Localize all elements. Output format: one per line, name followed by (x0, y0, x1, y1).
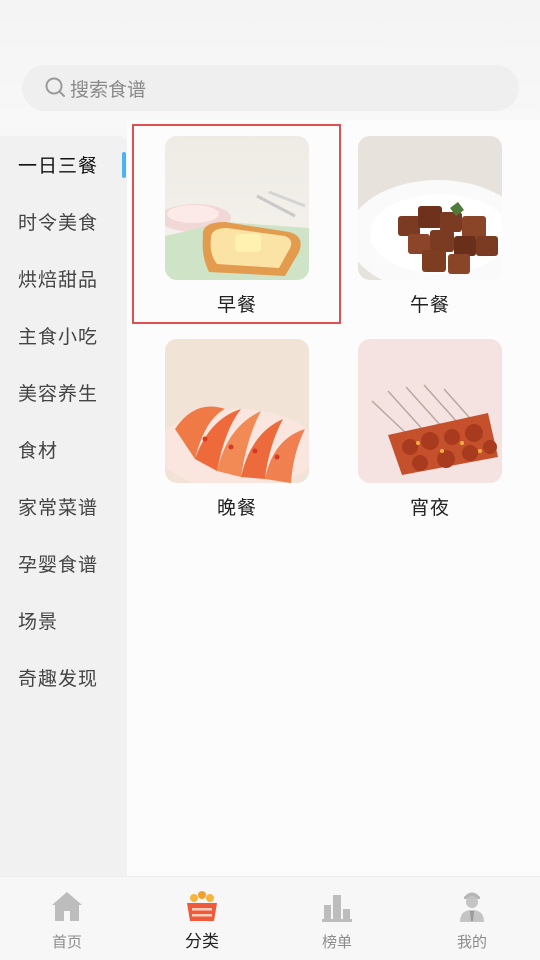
search-placeholder: 搜索食谱 (70, 78, 147, 101)
sidebar-item-home-cooking[interactable]: 家常菜谱 (18, 488, 123, 528)
sidebar-item-staples[interactable]: 主食小吃 (18, 317, 123, 357)
tab-label: 首页 (51, 933, 82, 951)
selection-outline (132, 124, 341, 324)
tab-label: 分类 (185, 932, 219, 952)
tab-profile[interactable]: 我的 (422, 877, 522, 960)
sidebar-item-discover[interactable]: 奇趣发现 (18, 659, 123, 699)
category-card-late-night[interactable]: 宵夜 (344, 339, 504, 529)
category-label: 宵夜 (409, 497, 450, 519)
sidebar-item-health[interactable]: 美容养生 (18, 374, 123, 414)
sidebar-item-baby-food[interactable]: 孕婴食谱 (18, 545, 123, 585)
category-card-dinner[interactable]: 晚餐 (151, 339, 311, 529)
basket-icon (187, 891, 217, 921)
sidebar-item-baking[interactable]: 烘焙甜品 (18, 260, 123, 300)
dinner-image (165, 339, 309, 483)
search-input[interactable]: 搜索食谱 (22, 65, 519, 111)
late-night-image (358, 339, 502, 483)
tab-home[interactable]: 首页 (17, 877, 117, 960)
tab-ranking[interactable]: 榜单 (287, 877, 387, 960)
sidebar-item-seasonal[interactable]: 时令美食 (18, 203, 123, 243)
bottom-tab-bar: 首页 分类 榜单 我的 (0, 876, 540, 960)
sidebar-item-scenes[interactable]: 场景 (18, 602, 123, 642)
category-label: 午餐 (409, 294, 450, 316)
sidebar-item-meals[interactable]: 一日三餐 (18, 146, 123, 186)
active-indicator (122, 152, 126, 178)
tab-label: 我的 (456, 933, 487, 951)
home-icon (52, 892, 82, 921)
user-icon (460, 892, 484, 922)
tab-category[interactable]: 分类 (152, 877, 252, 960)
search-icon (45, 77, 65, 97)
category-label: 晚餐 (216, 497, 257, 519)
chart-icon (322, 895, 352, 922)
category-sidebar: 一日三餐 时令美食 烘焙甜品 主食小吃 美容养生 食材 家常菜谱 孕婴食谱 场景… (0, 136, 127, 876)
category-card-lunch[interactable]: 午餐 (344, 136, 504, 326)
lunch-image (358, 136, 502, 280)
tab-label: 榜单 (321, 933, 352, 951)
sidebar-item-ingredients[interactable]: 食材 (18, 431, 123, 471)
